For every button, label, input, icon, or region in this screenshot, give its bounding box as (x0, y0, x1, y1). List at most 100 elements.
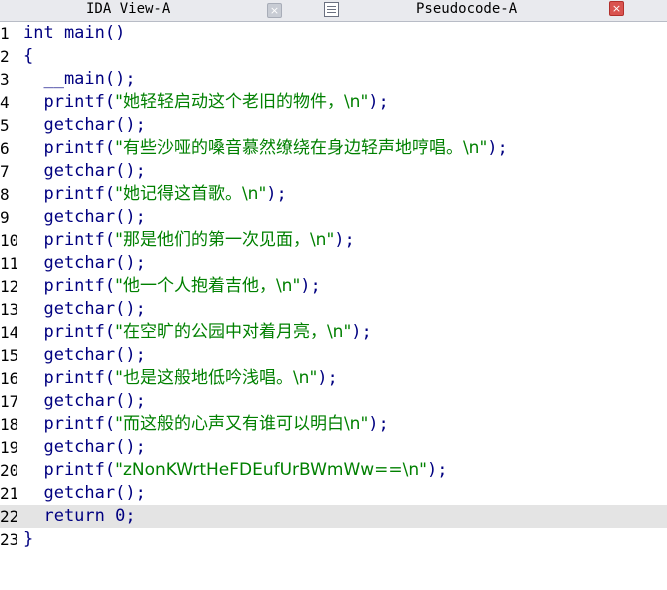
code-line[interactable]: 4 printf("她轻轻启动这个老旧的物件，\n"); (0, 91, 667, 114)
code-token: ); (487, 138, 508, 158)
code-token: ); (266, 184, 287, 204)
line-number: 12 (0, 277, 17, 296)
code-line[interactable]: 19 getchar(); (0, 436, 667, 459)
code-line[interactable]: 15 getchar(); (0, 344, 667, 367)
code-token: getchar(); (23, 115, 146, 135)
code-line[interactable]: 12 printf("他一个人抱着吉他，\n"); (0, 275, 667, 298)
code-token: printf( (23, 322, 116, 342)
line-number: 2 (0, 47, 10, 66)
code-text: printf("她轻轻启动这个老旧的物件，\n"); (23, 91, 389, 114)
code-line[interactable]: 1 int main() (0, 22, 667, 45)
line-number: 9 (0, 208, 10, 227)
string-literal: "她轻轻启动这个老旧的物件，\n" (115, 92, 369, 112)
code-token: int main() (23, 23, 126, 43)
code-text: getchar(); (23, 436, 146, 459)
code-line[interactable]: 7 getchar(); (0, 160, 667, 183)
code-token: getchar(); (23, 161, 146, 181)
line-number: 7 (0, 162, 10, 181)
code-text: printf("zNonKWrtHeFDEufUrBWmWw==\n"); (23, 459, 447, 482)
line-number: 14 (0, 323, 17, 342)
code-token: printf( (23, 230, 116, 250)
line-number: 21 (0, 484, 17, 503)
code-token: getchar(); (23, 299, 146, 319)
close-icon[interactable]: × (609, 1, 624, 16)
code-line[interactable]: 14 printf("在空旷的公园中对着月亮，\n"); (0, 321, 667, 344)
code-token: printf( (23, 368, 116, 388)
line-number: 4 (0, 93, 10, 112)
code-text: return 0; (23, 505, 136, 528)
tab-bar: IDA View-A × Pseudocode-A × (0, 0, 667, 22)
string-literal: "她记得这首歌。\n" (115, 184, 267, 204)
code-token: printf( (23, 184, 116, 204)
line-number: 15 (0, 346, 17, 365)
code-line[interactable]: 5 getchar(); (0, 114, 667, 137)
code-text: int main() (23, 22, 125, 45)
tab-label: IDA View-A (86, 1, 171, 17)
code-text: getchar(); (23, 482, 146, 505)
code-line[interactable]: 11 getchar(); (0, 252, 667, 275)
code-text: getchar(); (23, 390, 146, 413)
code-token: } (23, 529, 34, 549)
code-line[interactable]: 9 getchar(); (0, 206, 667, 229)
code-line[interactable]: 3 __main(); (0, 68, 667, 91)
line-number: 6 (0, 139, 10, 158)
line-number: 23 (0, 530, 17, 549)
code-token: { (23, 46, 34, 66)
code-token: ); (317, 368, 338, 388)
code-token: ); (368, 92, 389, 112)
line-number: 19 (0, 438, 17, 457)
code-text: getchar(); (23, 160, 146, 183)
line-number: 20 (0, 461, 17, 480)
code-line[interactable]: 13 getchar(); (0, 298, 667, 321)
code-token: getchar(); (23, 345, 146, 365)
code-token: return 0; (23, 506, 136, 526)
close-icon[interactable]: × (267, 3, 282, 18)
code-text: getchar(); (23, 252, 146, 275)
code-text: } (23, 528, 33, 551)
pseudocode-editor[interactable]: 1 int main() 2{3 __main(); 4 printf("她轻轻启动这… (0, 22, 667, 590)
string-literal: "zNonKWrtHeFDEufUrBWmWw==\n" (115, 460, 427, 480)
code-token: printf( (23, 414, 116, 434)
string-literal: "他一个人抱着吉他，\n" (115, 276, 301, 296)
line-number: 8 (0, 185, 10, 204)
code-text: printf("在空旷的公园中对着月亮，\n"); (23, 321, 372, 344)
tab-ida-view-a[interactable]: IDA View-A × (0, 0, 300, 21)
line-number: 5 (0, 116, 10, 135)
code-line[interactable]: 8 printf("她记得这首歌。\n"); (0, 183, 667, 206)
tab-label: Pseudocode-A (416, 1, 518, 17)
code-line[interactable]: 6 printf("有些沙哑的嗓音慕然缭绕在身边轻声地哼唱。\n"); (0, 137, 667, 160)
code-line[interactable]: 18 printf("而这般的心声又有谁可以明白\n"); (0, 413, 667, 436)
line-number: 13 (0, 300, 17, 319)
code-line-current[interactable]: 22 return 0; (0, 505, 667, 528)
code-token: getchar(); (23, 253, 146, 273)
code-line[interactable]: 21 getchar(); (0, 482, 667, 505)
string-literal: "也是这般地低吟浅唱。\n" (115, 368, 318, 388)
code-token: getchar(); (23, 207, 146, 227)
line-number: 16 (0, 369, 17, 388)
code-line[interactable]: 23} (0, 528, 667, 551)
code-token: printf( (23, 460, 116, 480)
code-text: getchar(); (23, 206, 146, 229)
code-line[interactable]: 20 printf("zNonKWrtHeFDEufUrBWmWw==\n"); (0, 459, 667, 482)
code-token: printf( (23, 138, 116, 158)
code-line[interactable]: 10 printf("那是他们的第一次见面，\n"); (0, 229, 667, 252)
code-token: __main(); (23, 69, 136, 89)
code-token: ); (351, 322, 372, 342)
line-number: 17 (0, 392, 17, 411)
code-token: ); (368, 414, 389, 434)
code-text: printf("他一个人抱着吉他，\n"); (23, 275, 321, 298)
code-line[interactable]: 2{ (0, 45, 667, 68)
code-token: getchar(); (23, 437, 146, 457)
code-token: ); (300, 276, 321, 296)
code-line[interactable]: 16 printf("也是这般地低吟浅唱。\n"); (0, 367, 667, 390)
code-token: ); (427, 460, 448, 480)
line-number: 11 (0, 254, 17, 273)
line-number: 10 (0, 231, 17, 250)
code-line[interactable]: 17 getchar(); (0, 390, 667, 413)
line-number: 22 (0, 507, 17, 526)
code-token: getchar(); (23, 391, 146, 411)
tab-pseudocode-a[interactable]: Pseudocode-A × (310, 0, 667, 21)
code-text: getchar(); (23, 344, 146, 367)
code-token: printf( (23, 276, 116, 296)
code-token: getchar(); (23, 483, 146, 503)
